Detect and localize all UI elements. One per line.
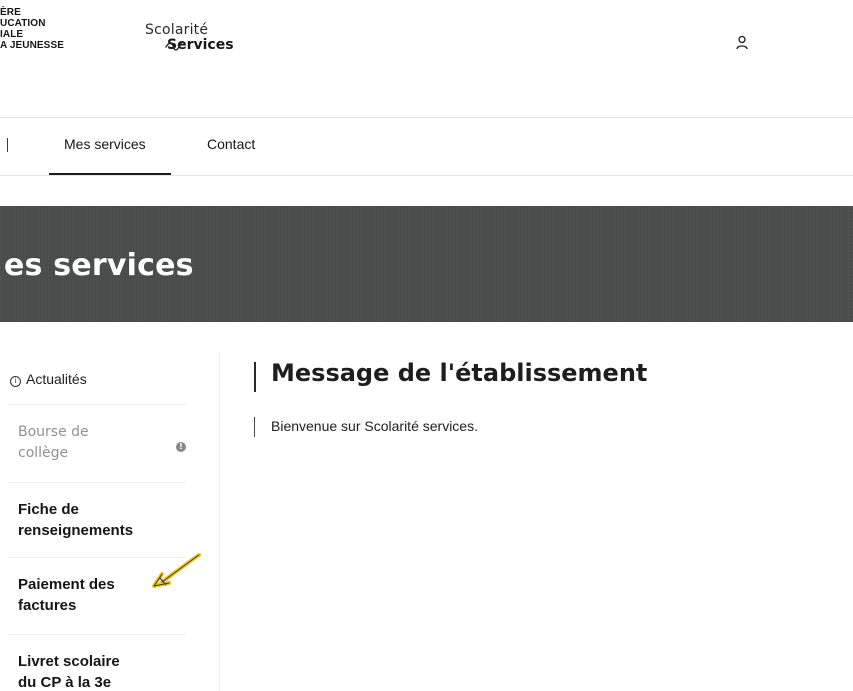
- page-title: es services: [4, 248, 194, 283]
- page: ÈRE UCATION IALE A JEUNESSE Scolarité Se…: [0, 0, 853, 691]
- logo-line2-wrapper: Services: [145, 37, 234, 53]
- scolarite-services-logo[interactable]: Scolarité Services: [145, 22, 234, 53]
- logo-swoosh-icon: [165, 41, 183, 51]
- title-accent-bar: [254, 362, 256, 392]
- sidebar-item-label: Fiche de: [18, 501, 79, 518]
- sidebar-item-label: du CP à la 3e: [18, 674, 112, 691]
- sidebar-vertical-divider: [219, 352, 220, 691]
- ministry-line: IALE: [0, 29, 24, 40]
- ministry-line: ÈRE: [0, 7, 21, 18]
- tab-mes-services[interactable]: Mes services: [64, 136, 146, 152]
- user-icon[interactable]: [735, 35, 749, 51]
- main-navigation: Mes services Contact: [0, 118, 853, 176]
- sidebar-divider: [8, 634, 186, 635]
- nav-item-cut-off[interactable]: [7, 138, 8, 152]
- sidebar-divider: [8, 482, 186, 483]
- ministry-logo-text: ÈRE UCATION IALE A JEUNESSE: [0, 7, 64, 51]
- logo-line1: Scolarité: [145, 22, 209, 38]
- sidebar-item-label: Livret scolaire: [18, 653, 120, 670]
- sidebar-item-label: collège: [18, 445, 69, 461]
- tab-contact[interactable]: Contact: [207, 136, 255, 152]
- services-sidebar: i Actualités Bourse de collège ! Fiche de…: [0, 350, 220, 691]
- message-title: Message de l'établissement: [271, 359, 648, 387]
- actualites-label: Actualités: [26, 371, 87, 387]
- welcome-message: Bienvenue sur Scolarité services.: [271, 418, 478, 434]
- site-header: ÈRE UCATION IALE A JEUNESSE Scolarité Se…: [0, 0, 853, 118]
- message-accent-bar: [254, 417, 255, 437]
- handwritten-arrow-icon: [152, 553, 201, 588]
- info-circle-icon: i: [10, 376, 21, 387]
- sidebar-item-livret-scolaire[interactable]: Livret scolaire du CP à la 3e: [18, 651, 193, 691]
- ministry-line: UCATION: [0, 18, 46, 29]
- sidebar-divider: [8, 404, 186, 405]
- page-banner: es services: [0, 206, 853, 322]
- sidebar-item-label: renseignements: [18, 522, 134, 539]
- info-icon[interactable]: !: [176, 442, 186, 452]
- nav-divider: [0, 175, 853, 176]
- sidebar-item-label: factures: [18, 597, 77, 614]
- sidebar-item-label: Bourse de: [18, 424, 89, 440]
- sidebar-item-fiche-de-renseignements[interactable]: Fiche de renseignements: [18, 499, 193, 541]
- ministry-line: A JEUNESSE: [0, 40, 64, 51]
- sidebar-item-bourse-de-college: Bourse de collège: [18, 422, 193, 464]
- sidebar-item-actualites[interactable]: i Actualités: [10, 371, 87, 387]
